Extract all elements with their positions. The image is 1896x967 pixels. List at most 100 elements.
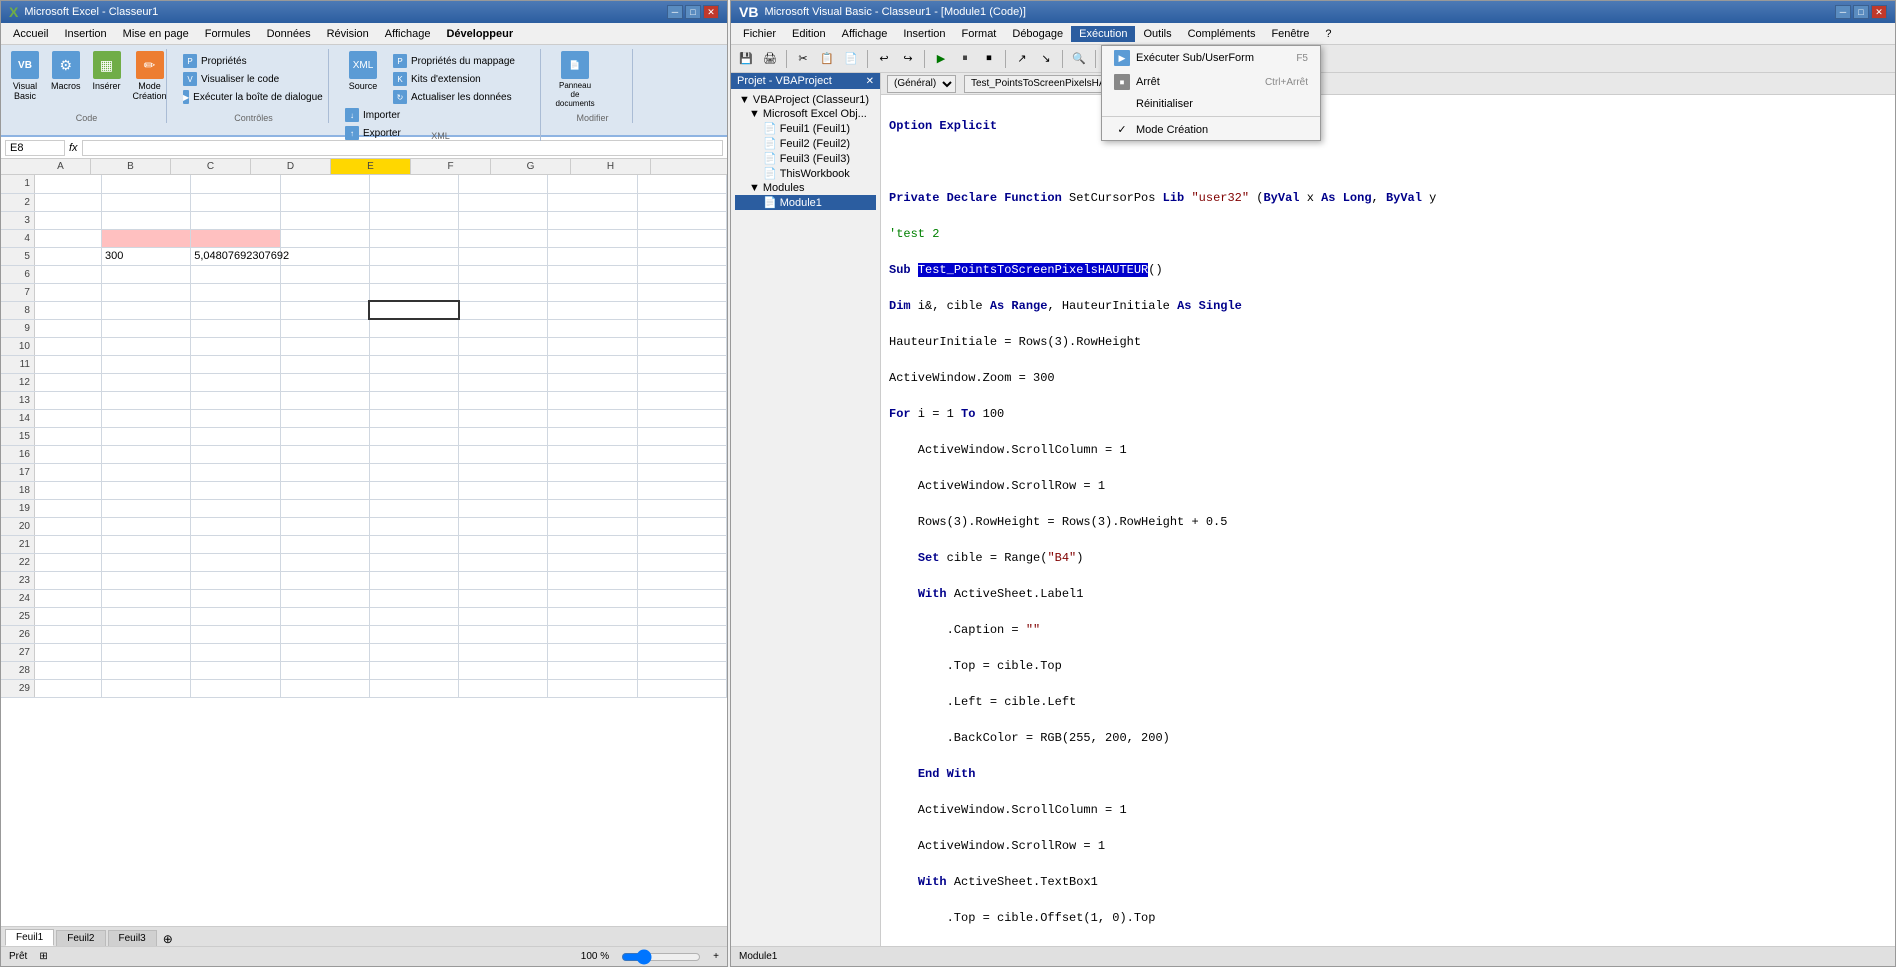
cell-14-3[interactable] bbox=[280, 409, 369, 427]
cell-23-1[interactable] bbox=[101, 571, 190, 589]
ribbon-proprietes-btn[interactable]: P Propriétés bbox=[179, 53, 320, 69]
cell-8-4[interactable] bbox=[369, 301, 458, 319]
cell-13-0[interactable] bbox=[34, 391, 101, 409]
cell-24-4[interactable] bbox=[369, 589, 458, 607]
vba-toolbar-run[interactable]: ▶ bbox=[930, 48, 952, 70]
cell-4-2[interactable] bbox=[191, 229, 280, 247]
cell-29-5[interactable] bbox=[459, 679, 548, 697]
vba-minimize-btn[interactable]: ─ bbox=[1835, 5, 1851, 19]
ribbon-source-btn[interactable]: XML Source bbox=[341, 49, 385, 93]
cell-12-0[interactable] bbox=[34, 373, 101, 391]
cell-28-4[interactable] bbox=[369, 661, 458, 679]
dropdown-mode-creation[interactable]: ✓ Mode Création bbox=[1102, 119, 1320, 140]
cell-25-2[interactable] bbox=[191, 607, 280, 625]
cell-29-4[interactable] bbox=[369, 679, 458, 697]
cell-5-7[interactable] bbox=[637, 247, 726, 265]
cell-4-5[interactable] bbox=[459, 229, 548, 247]
cell-12-3[interactable] bbox=[280, 373, 369, 391]
cell-28-0[interactable] bbox=[34, 661, 101, 679]
cell-15-2[interactable] bbox=[191, 427, 280, 445]
row-header-20[interactable]: 20 bbox=[1, 517, 34, 535]
vba-menu-edition[interactable]: Edition bbox=[784, 26, 834, 42]
vba-toolbar-cut[interactable]: ✂ bbox=[792, 48, 814, 70]
row-header-14[interactable]: 14 bbox=[1, 409, 34, 427]
cell-10-4[interactable] bbox=[369, 337, 458, 355]
menu-developpeur[interactable]: Développeur bbox=[438, 26, 521, 42]
row-header-18[interactable]: 18 bbox=[1, 481, 34, 499]
cell-4-6[interactable] bbox=[548, 229, 637, 247]
cell-7-1[interactable] bbox=[101, 283, 190, 301]
cell-2-2[interactable] bbox=[191, 193, 280, 211]
cell-17-3[interactable] bbox=[280, 463, 369, 481]
vba-menu-debogage[interactable]: Débogage bbox=[1004, 26, 1071, 42]
cell-25-7[interactable] bbox=[637, 607, 726, 625]
menu-affichage[interactable]: Affichage bbox=[377, 26, 439, 42]
cell-20-2[interactable] bbox=[191, 517, 280, 535]
cell-25-3[interactable] bbox=[280, 607, 369, 625]
vba-toolbar-print[interactable]: 🖨 bbox=[759, 48, 781, 70]
menu-formules[interactable]: Formules bbox=[197, 26, 259, 42]
cell-7-6[interactable] bbox=[548, 283, 637, 301]
cell-18-5[interactable] bbox=[459, 481, 548, 499]
row-header-29[interactable]: 29 bbox=[1, 679, 34, 697]
cell-1-3[interactable] bbox=[280, 175, 369, 193]
cell-12-7[interactable] bbox=[637, 373, 726, 391]
sheet-tab-feuil3[interactable]: Feuil3 bbox=[108, 930, 157, 946]
cell-27-6[interactable] bbox=[548, 643, 637, 661]
cell-20-0[interactable] bbox=[34, 517, 101, 535]
cell-14-6[interactable] bbox=[548, 409, 637, 427]
excel-close-btn[interactable]: ✕ bbox=[703, 5, 719, 19]
cell-24-5[interactable] bbox=[459, 589, 548, 607]
row-header-1[interactable]: 1 bbox=[1, 175, 34, 193]
cell-13-5[interactable] bbox=[459, 391, 548, 409]
cell-12-2[interactable] bbox=[191, 373, 280, 391]
cell-15-5[interactable] bbox=[459, 427, 548, 445]
cell-23-3[interactable] bbox=[280, 571, 369, 589]
cell-28-5[interactable] bbox=[459, 661, 548, 679]
cell-25-6[interactable] bbox=[548, 607, 637, 625]
cell-22-0[interactable] bbox=[34, 553, 101, 571]
cell-10-6[interactable] bbox=[548, 337, 637, 355]
cell-2-7[interactable] bbox=[637, 193, 726, 211]
cell-14-4[interactable] bbox=[369, 409, 458, 427]
cell-24-7[interactable] bbox=[637, 589, 726, 607]
cell-16-6[interactable] bbox=[548, 445, 637, 463]
cell-12-5[interactable] bbox=[459, 373, 548, 391]
cell-ref-input[interactable] bbox=[5, 140, 65, 156]
cell-9-1[interactable] bbox=[101, 319, 190, 337]
row-header-9[interactable]: 9 bbox=[1, 319, 34, 337]
cell-28-2[interactable] bbox=[191, 661, 280, 679]
cell-11-7[interactable] bbox=[637, 355, 726, 373]
cell-11-1[interactable] bbox=[101, 355, 190, 373]
cell-16-0[interactable] bbox=[34, 445, 101, 463]
vba-menu-format[interactable]: Format bbox=[954, 26, 1005, 42]
cell-24-1[interactable] bbox=[101, 589, 190, 607]
menu-mise-en-page[interactable]: Mise en page bbox=[115, 26, 197, 42]
zoom-slider[interactable] bbox=[621, 949, 701, 965]
cell-26-7[interactable] bbox=[637, 625, 726, 643]
ribbon-panneau-btn[interactable]: 📄 Panneau dedocuments bbox=[553, 49, 597, 110]
sheet-tab-feuil2[interactable]: Feuil2 bbox=[56, 930, 105, 946]
cell-6-6[interactable] bbox=[548, 265, 637, 283]
cell-7-7[interactable] bbox=[637, 283, 726, 301]
cell-10-1[interactable] bbox=[101, 337, 190, 355]
row-header-25[interactable]: 25 bbox=[1, 607, 34, 625]
dropdown-reinitialiser[interactable]: Réinitialiser bbox=[1102, 94, 1320, 114]
cell-16-7[interactable] bbox=[637, 445, 726, 463]
cell-19-6[interactable] bbox=[548, 499, 637, 517]
vba-menu-complements[interactable]: Compléments bbox=[1180, 26, 1264, 42]
cell-11-6[interactable] bbox=[548, 355, 637, 373]
cell-2-3[interactable] bbox=[280, 193, 369, 211]
row-header-16[interactable]: 16 bbox=[1, 445, 34, 463]
cell-27-7[interactable] bbox=[637, 643, 726, 661]
cell-14-1[interactable] bbox=[101, 409, 190, 427]
vba-toolbar-undo[interactable]: ↩ bbox=[873, 48, 895, 70]
row-header-2[interactable]: 2 bbox=[1, 193, 34, 211]
cell-28-1[interactable] bbox=[101, 661, 190, 679]
col-header-a[interactable]: A bbox=[31, 159, 91, 174]
cell-26-4[interactable] bbox=[369, 625, 458, 643]
dropdown-arret[interactable]: ⏹ Arrêt Ctrl+Arrêt bbox=[1102, 70, 1320, 94]
row-header-27[interactable]: 27 bbox=[1, 643, 34, 661]
cell-16-2[interactable] bbox=[191, 445, 280, 463]
code-editor[interactable]: Option Explicit Private Declare Function… bbox=[881, 95, 1895, 946]
